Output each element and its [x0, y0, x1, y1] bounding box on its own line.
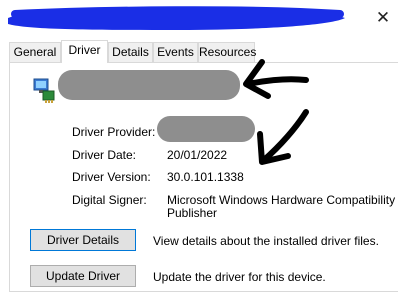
update-driver-button-label: Update Driver: [45, 269, 121, 283]
update-driver-description: Update the driver for this device.: [153, 270, 326, 284]
close-icon: ✕: [375, 8, 391, 27]
tab-details[interactable]: Details: [108, 42, 153, 62]
driver-details-button[interactable]: Driver Details: [30, 229, 136, 251]
driver-version-label: Driver Version:: [72, 170, 151, 184]
driver-date-value: 20/01/2022: [167, 148, 228, 162]
digital-signer-label: Digital Signer:: [72, 193, 147, 207]
close-button[interactable]: ✕: [368, 0, 398, 36]
driver-provider-redaction: [157, 116, 255, 142]
tab-general[interactable]: General: [9, 42, 61, 62]
tab-driver[interactable]: Driver: [61, 40, 108, 63]
digital-signer-value-line1: Microsoft Windows Hardware Compatibility: [167, 193, 396, 207]
title-bar: ✕: [0, 0, 398, 36]
driver-date-label: Driver Date:: [72, 148, 137, 162]
tab-general-label: General: [13, 45, 57, 59]
network-adapter-icon: [33, 78, 55, 103]
driver-details-description: View details about the installed driver …: [153, 234, 379, 248]
title-redaction: [8, 6, 345, 30]
tab-details-label: Details: [112, 45, 149, 59]
driver-version-value: 30.0.101.1338: [167, 170, 244, 184]
tab-events[interactable]: Events: [153, 42, 198, 62]
driver-provider-label: Driver Provider:: [72, 125, 156, 139]
digital-signer-value-line2: Publisher: [167, 206, 218, 220]
tab-driver-label: Driver: [68, 43, 101, 57]
tab-events-label: Events: [157, 45, 194, 59]
annotation-arrows: [243, 59, 309, 165]
driver-details-button-label: Driver Details: [46, 233, 119, 247]
device-name-redaction: [58, 70, 240, 100]
